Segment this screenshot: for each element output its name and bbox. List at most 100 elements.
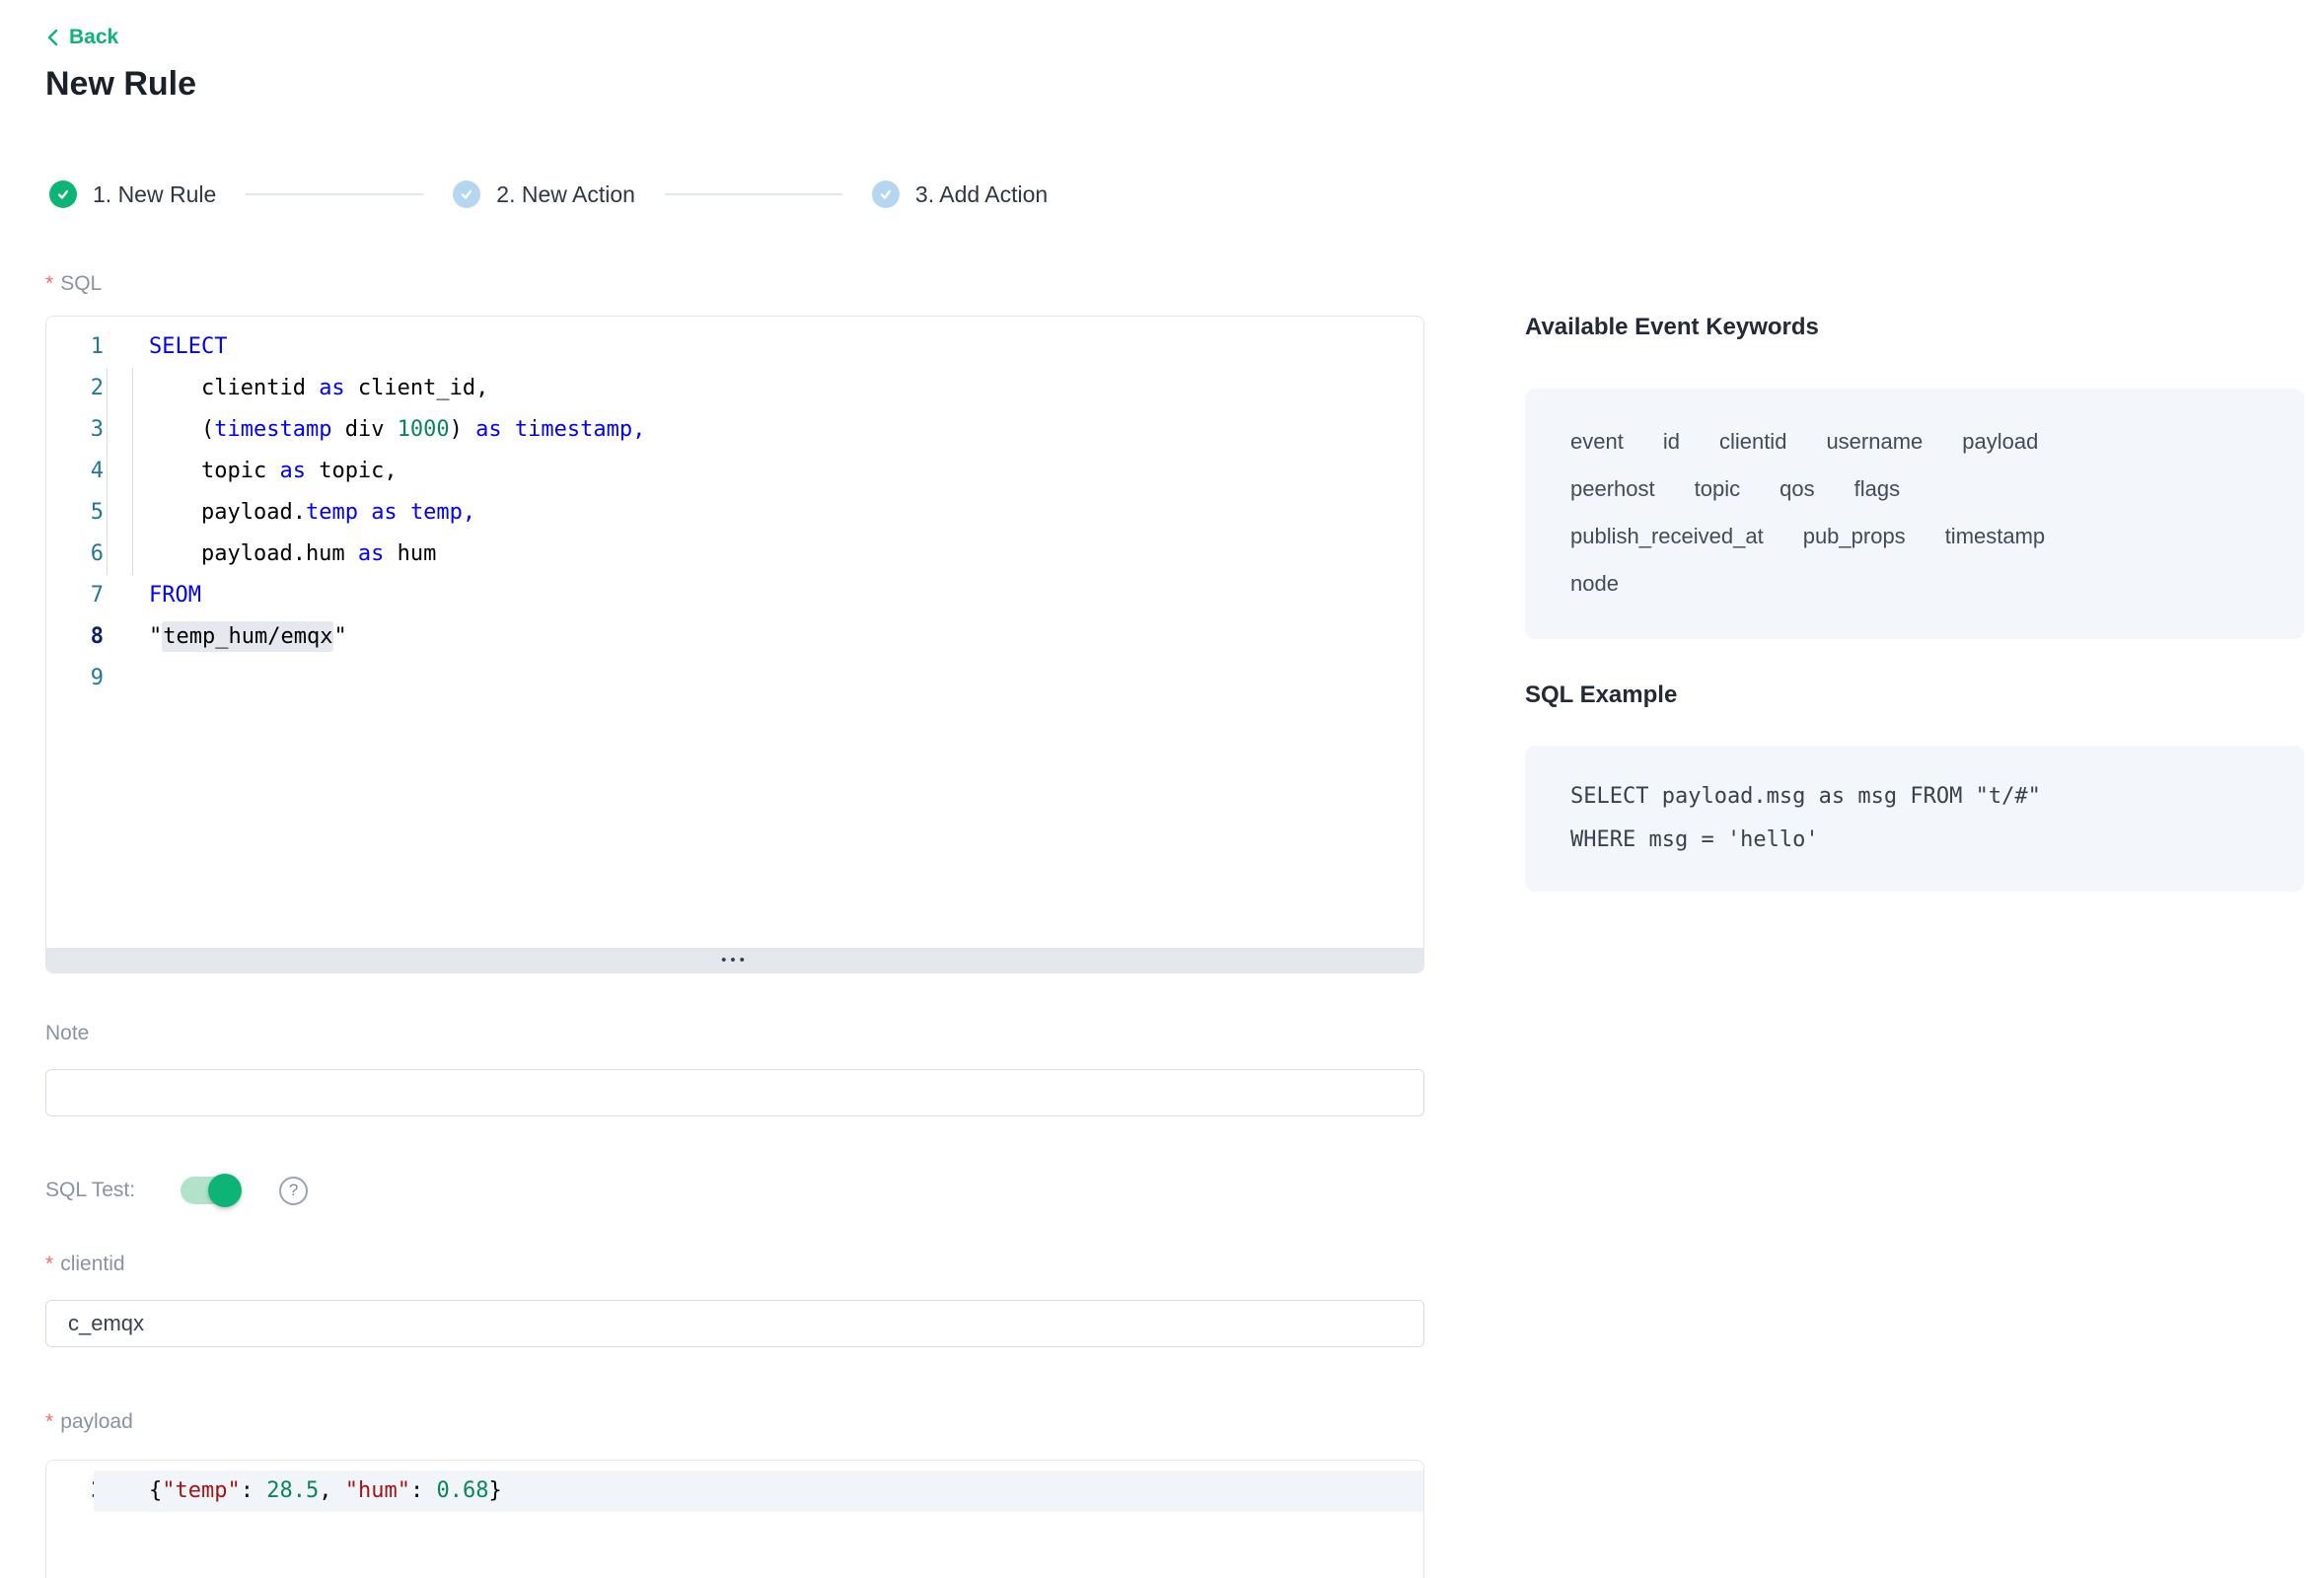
event-keyword: flags [1854, 466, 1900, 513]
indent-guide [132, 368, 133, 409]
code-token: 0.68 [436, 1478, 488, 1503]
code-token: 28.5 [266, 1478, 319, 1503]
code-token: SELECT [149, 334, 227, 359]
code-token: " [333, 624, 346, 649]
code-token: as [319, 376, 345, 400]
code-token: FROM [149, 583, 201, 608]
payload-editor-lines: 1{"temp": 28.5, "hum": 0.68} [46, 1461, 1423, 1512]
event-keyword: qos [1779, 466, 1814, 513]
code-token: div [331, 417, 397, 442]
indent-guide [132, 409, 133, 451]
event-keyword: timestamp [1945, 513, 2045, 560]
code-line: payload.temp as temp, [104, 492, 1423, 534]
event-keyword: publish_received_at [1570, 513, 1764, 560]
clientid-input[interactable] [45, 1300, 1424, 1347]
event-keyword: pub_props [1803, 513, 1906, 560]
line-number: 3 [46, 409, 104, 451]
code-token: ( [149, 417, 214, 442]
line-number: 7 [46, 575, 104, 616]
back-button[interactable]: Back [45, 26, 118, 49]
event-keyword: node [1570, 560, 1619, 608]
help-icon[interactable]: ? [279, 1177, 308, 1205]
code-line [104, 658, 1423, 699]
keywords-box: eventidclientidusernamepayloadpeerhostto… [1525, 389, 2304, 639]
code-line: {"temp": 28.5, "hum": 0.68} [94, 1470, 1423, 1512]
code-token: : [410, 1478, 437, 1503]
note-field-label: Note [45, 1022, 89, 1045]
code-line: FROM [104, 575, 1423, 616]
code-token: clientid [149, 376, 319, 400]
code-token: { [149, 1478, 162, 1503]
code-token: timestamp, [515, 417, 645, 442]
code-token: as [475, 417, 502, 442]
step-connector [665, 193, 842, 195]
keywords-panel-title: Available Event Keywords [1525, 314, 1819, 341]
code-token [398, 500, 410, 525]
indent-guide [132, 451, 133, 492]
sql-editor-lines: 1SELECT2 clientid as client_id,3 (timest… [46, 317, 1423, 950]
line-number: 8 [46, 616, 104, 658]
code-token: client_id, [345, 376, 489, 400]
keyword-row: publish_received_at pub_props timestamp [1570, 513, 2259, 560]
code-line: clientid as client_id, [104, 368, 1423, 409]
sql-test-toggle[interactable] [181, 1177, 240, 1204]
editor-line: 1 SELECT [46, 326, 1423, 368]
event-keyword: event [1570, 418, 1624, 466]
required-asterisk: * [45, 1410, 53, 1433]
toggle-knob [208, 1174, 242, 1207]
payload-code-editor[interactable]: 1{"temp": 28.5, "hum": 0.68} [45, 1460, 1424, 1578]
editor-line: 8"temp_hum/emqx" [46, 616, 1423, 658]
note-input[interactable] [45, 1069, 1424, 1116]
editor-line: 6 payload.hum as hum [46, 534, 1423, 575]
sql-code-editor[interactable]: 1SELECT2 clientid as client_id,3 (timest… [45, 316, 1424, 973]
page-title: New Rule [45, 65, 196, 104]
code-token: topic, [306, 459, 398, 483]
indent-guide [107, 409, 108, 451]
step-item: 1. New Rule [49, 180, 216, 208]
event-keyword: id [1663, 418, 1680, 466]
line-number: 9 [46, 658, 104, 699]
code-token: hum [384, 541, 436, 566]
event-keyword: clientid [1719, 418, 1786, 466]
code-token: as [371, 500, 398, 525]
event-keyword: username [1826, 418, 1923, 466]
code-line: topic as topic, [104, 451, 1423, 492]
code-token: as [358, 541, 385, 566]
indent-guide [107, 368, 108, 409]
editor-line: 5 payload.temp as temp, [46, 492, 1423, 534]
code-token: timestamp [214, 417, 331, 442]
required-asterisk: * [45, 272, 53, 295]
event-keyword: topic [1695, 466, 1740, 513]
sql-example-title: SQL Example [1525, 681, 1677, 709]
editor-line: 7 FROM [46, 575, 1423, 616]
line-number: 5 [46, 492, 104, 534]
editor-line: 3 (timestamp div 1000) as timestamp, [46, 409, 1423, 451]
code-line: "temp_hum/emqx" [104, 616, 1423, 658]
code-token [502, 417, 515, 442]
clientid-field-label: *clientid [45, 1253, 125, 1276]
editor-line: 1{"temp": 28.5, "hum": 0.68} [46, 1470, 1423, 1512]
code-line: (timestamp div 1000) as timestamp, [104, 409, 1423, 451]
event-keyword: payload [1962, 418, 2038, 466]
editor-resize-handle[interactable]: ••• [46, 948, 1423, 972]
back-label: Back [69, 26, 118, 49]
step-check-icon [49, 180, 77, 208]
code-line: payload.hum as hum [104, 534, 1423, 575]
step-label: 1. New Rule [93, 181, 216, 208]
sql-example-line: SELECT payload.msg as msg FROM "t/#" [1570, 775, 2259, 819]
code-token: 1000 [398, 417, 450, 442]
step-check-icon [453, 180, 480, 208]
code-token: topic [149, 459, 279, 483]
line-number: 1 [46, 326, 104, 368]
line-number: 4 [46, 451, 104, 492]
editor-line: 9 [46, 658, 1423, 699]
editor-line: 2 clientid as client_id, [46, 368, 1423, 409]
code-token [358, 500, 371, 525]
step-item: 3. Add Action [872, 180, 1048, 208]
code-token: payload. [149, 500, 306, 525]
code-token: } [488, 1478, 501, 1503]
step-label: 2. New Action [496, 181, 635, 208]
new-rule-page: { "header": { "back_label": "Back", "tit… [0, 0, 2324, 1546]
line-number: 2 [46, 368, 104, 409]
chevron-left-icon [45, 29, 60, 46]
